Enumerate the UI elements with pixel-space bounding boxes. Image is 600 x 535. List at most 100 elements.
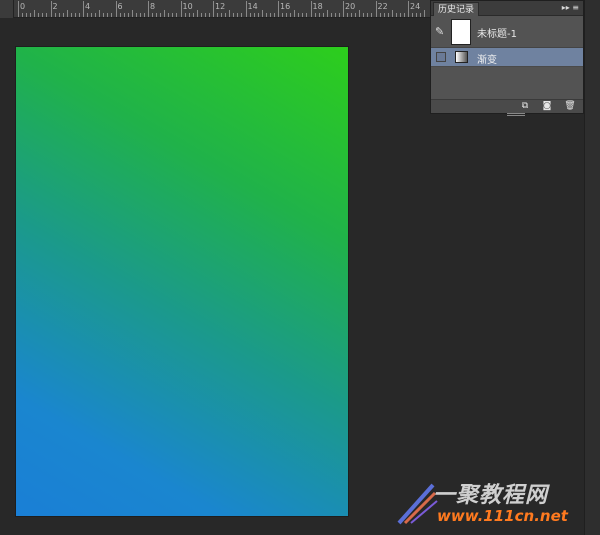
ruler-tick <box>127 13 129 17</box>
ruler-tick <box>318 13 320 17</box>
ruler-tick <box>424 10 426 17</box>
ruler-tick <box>38 13 40 17</box>
ruler-tick <box>50 1 52 17</box>
ruler-tick <box>18 1 19 17</box>
history-snapshot-row[interactable]: ✎ 未标题-1 <box>431 16 583 48</box>
history-brush-icon[interactable]: ✎ <box>435 25 444 38</box>
ruler-tick <box>229 10 231 17</box>
ruler-tick <box>237 13 239 17</box>
ruler-tick <box>204 13 206 17</box>
horizontal-ruler[interactable]: 0 2 4 6 8 10 12 14 16 18 20 22 24 <box>0 0 430 18</box>
ruler-tick <box>338 13 340 17</box>
ruler-tick <box>87 13 89 17</box>
ruler-tick <box>355 13 357 17</box>
ruler-tick <box>286 13 288 17</box>
ruler-tick <box>302 13 304 17</box>
ruler-tick <box>107 13 109 17</box>
ruler-number: 2 <box>52 2 58 11</box>
ruler-tick <box>282 13 284 17</box>
ruler-tick <box>22 13 24 17</box>
ruler-tick <box>408 1 409 17</box>
ruler-number: 16 <box>280 2 291 11</box>
ruler-tick <box>245 1 247 17</box>
ruler-tick <box>265 13 267 17</box>
ruler-tick <box>176 13 178 17</box>
ruler-tick <box>74 13 76 17</box>
history-panel-header: 历史记录 ▸▸ ≡ <box>431 1 583 16</box>
ruler-tick <box>391 10 393 17</box>
ruler-number: 0 <box>20 2 26 11</box>
ruler-tick <box>172 13 174 17</box>
ruler-tick <box>322 13 324 17</box>
ruler-tick <box>184 13 186 17</box>
ruler-tick <box>30 13 32 17</box>
ruler-number: 18 <box>312 2 323 11</box>
ruler-number: 4 <box>85 2 91 11</box>
history-source-checkbox[interactable] <box>436 52 446 62</box>
ruler-tick <box>119 13 121 17</box>
ruler-tick <box>273 13 275 17</box>
ruler-tick <box>294 10 296 17</box>
snapshot-label: 未标题-1 <box>477 29 517 40</box>
ruler-tick <box>42 13 44 17</box>
ruler-tick <box>367 13 369 17</box>
camera-icon[interactable]: ◙ <box>541 101 553 112</box>
panel-resize-grip[interactable] <box>507 113 525 116</box>
trash-icon[interactable]: 🗑 <box>564 101 576 112</box>
ruler-tick <box>221 13 223 17</box>
ruler-number: 6 <box>117 2 123 11</box>
history-state-row[interactable]: 渐变 <box>431 48 583 67</box>
document-canvas[interactable] <box>16 47 348 516</box>
ruler-tick <box>46 13 48 17</box>
ruler-tick <box>188 13 190 17</box>
ruler-tick <box>363 13 365 17</box>
ruler-tick <box>416 13 418 17</box>
ruler-tick <box>269 13 271 17</box>
ruler-tick <box>168 13 170 17</box>
vertical-scrollbar[interactable] <box>584 0 600 535</box>
ruler-number: 24 <box>410 2 421 11</box>
ruler-tick <box>58 13 60 17</box>
ruler-number: 22 <box>377 2 388 11</box>
ruler-tick <box>115 1 117 17</box>
ruler-tick <box>233 13 235 17</box>
ruler-tick <box>334 13 336 17</box>
ruler-tick <box>131 10 133 17</box>
watermark-title: 一聚教程网 <box>433 482 549 508</box>
ruler-tick <box>160 13 162 17</box>
ruler-tick <box>310 1 312 17</box>
ruler-tick <box>143 13 145 17</box>
ruler-tick <box>135 13 137 17</box>
ruler-number: 8 <box>150 2 156 11</box>
ruler-tick <box>54 13 56 17</box>
ruler-tick <box>347 13 349 17</box>
history-tab[interactable]: 历史记录 <box>433 2 480 16</box>
ruler-tick <box>383 13 385 17</box>
ruler-tick <box>208 13 210 17</box>
ruler-tick <box>62 13 64 17</box>
ruler-tick <box>196 10 198 17</box>
ruler-tick <box>111 13 113 17</box>
ruler-tick <box>351 13 353 17</box>
watermark-url: www.111cn.net <box>437 507 568 525</box>
ruler-tick <box>257 13 259 17</box>
ruler-tick <box>213 1 214 17</box>
ruler-number: 20 <box>345 2 356 11</box>
ruler-tick <box>399 13 401 17</box>
ruler-tick <box>192 13 194 17</box>
ruler-tick <box>83 1 84 17</box>
ruler-tick <box>375 1 377 17</box>
ruler-tick <box>387 13 389 17</box>
ruler-number: 12 <box>215 2 226 11</box>
ruler-tick <box>290 13 292 17</box>
ruler-tick <box>91 13 93 17</box>
double-arrow-icon[interactable]: ▸▸ ≡ <box>562 3 579 12</box>
ruler-origin[interactable] <box>0 0 14 18</box>
ruler-tick <box>66 10 68 17</box>
new-doc-icon[interactable]: ⧉ <box>519 101 531 112</box>
ruler-tick <box>241 13 243 17</box>
ruler-tick <box>70 13 72 17</box>
ruler-tick <box>330 13 332 17</box>
ruler-tick <box>148 1 149 17</box>
history-panel-footer: ⧉ ◙ 🗑 <box>431 99 583 116</box>
